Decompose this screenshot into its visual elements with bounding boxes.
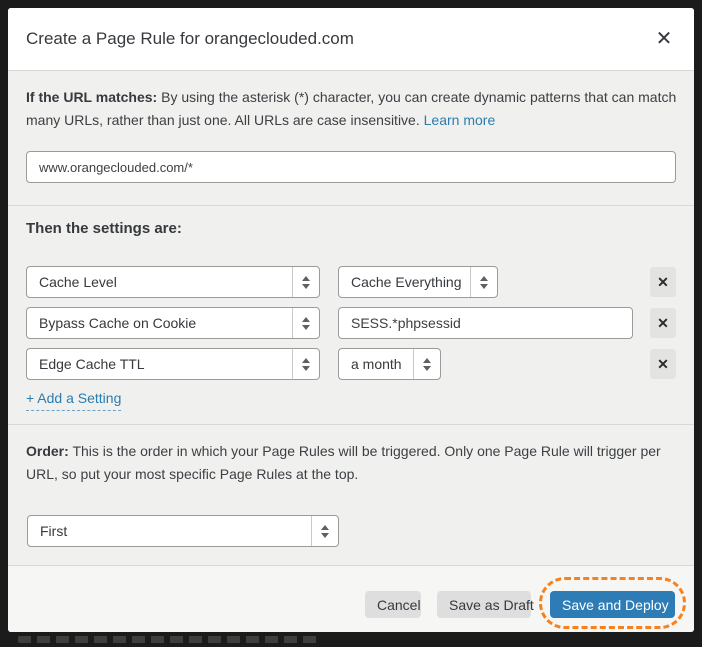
obscured-background-text — [18, 636, 318, 643]
setting-row: Edge Cache TTL a month ✕ — [26, 348, 676, 380]
url-pattern-input[interactable] — [26, 151, 676, 183]
cancel-button[interactable]: Cancel — [365, 591, 421, 618]
save-as-draft-button[interactable]: Save as Draft — [437, 591, 531, 618]
learn-more-link[interactable]: Learn more — [424, 112, 496, 128]
save-and-deploy-button[interactable]: Save and Deploy — [550, 591, 675, 618]
setting-row: Bypass Cache on Cookie ✕ — [26, 307, 676, 339]
setting-value-select[interactable]: a month — [338, 348, 441, 380]
order-select[interactable]: First — [27, 515, 339, 547]
order-text: Order: This is the order in which your P… — [26, 440, 682, 486]
add-setting-link[interactable]: + Add a Setting — [26, 390, 121, 411]
setting-type-value: Edge Cache TTL — [27, 349, 292, 379]
remove-setting-button[interactable]: ✕ — [650, 267, 676, 297]
setting-value: a month — [339, 349, 413, 379]
url-match-section: If the URL matches: By using the asteris… — [8, 70, 694, 205]
order-label: Order: — [26, 443, 69, 459]
setting-type-select[interactable]: Bypass Cache on Cookie — [26, 307, 320, 339]
settings-section: Then the settings are: Cache Level Cache… — [8, 205, 694, 424]
select-arrows-icon — [292, 308, 319, 338]
select-arrows-icon — [413, 349, 440, 379]
select-arrows-icon — [311, 516, 338, 546]
setting-type-value: Cache Level — [27, 267, 292, 297]
create-page-rule-modal: Create a Page Rule for orangeclouded.com… — [8, 8, 694, 632]
modal-title: Create a Page Rule for orangeclouded.com — [26, 8, 354, 70]
select-arrows-icon — [292, 267, 319, 297]
url-match-text: If the URL matches: By using the asteris… — [26, 86, 682, 132]
order-value: First — [28, 516, 311, 546]
url-match-label: If the URL matches: — [26, 89, 157, 105]
settings-heading: Then the settings are: — [26, 220, 182, 237]
remove-setting-button[interactable]: ✕ — [650, 349, 676, 379]
setting-value: Cache Everything — [339, 267, 470, 297]
modal-footer: Cancel Save as Draft Save and Deploy — [8, 565, 694, 632]
order-section: Order: This is the order in which your P… — [8, 424, 694, 565]
setting-value-input[interactable] — [338, 307, 633, 339]
select-arrows-icon — [292, 349, 319, 379]
modal-header: Create a Page Rule for orangeclouded.com… — [8, 8, 694, 70]
setting-type-select[interactable]: Edge Cache TTL — [26, 348, 320, 380]
select-arrows-icon — [470, 267, 497, 297]
close-icon[interactable]: ✕ — [649, 24, 679, 54]
setting-type-select[interactable]: Cache Level — [26, 266, 320, 298]
setting-row: Cache Level Cache Everything ✕ — [26, 266, 676, 298]
setting-type-value: Bypass Cache on Cookie — [27, 308, 292, 338]
order-description: This is the order in which your Page Rul… — [26, 443, 661, 482]
setting-value-select[interactable]: Cache Everything — [338, 266, 498, 298]
remove-setting-button[interactable]: ✕ — [650, 308, 676, 338]
